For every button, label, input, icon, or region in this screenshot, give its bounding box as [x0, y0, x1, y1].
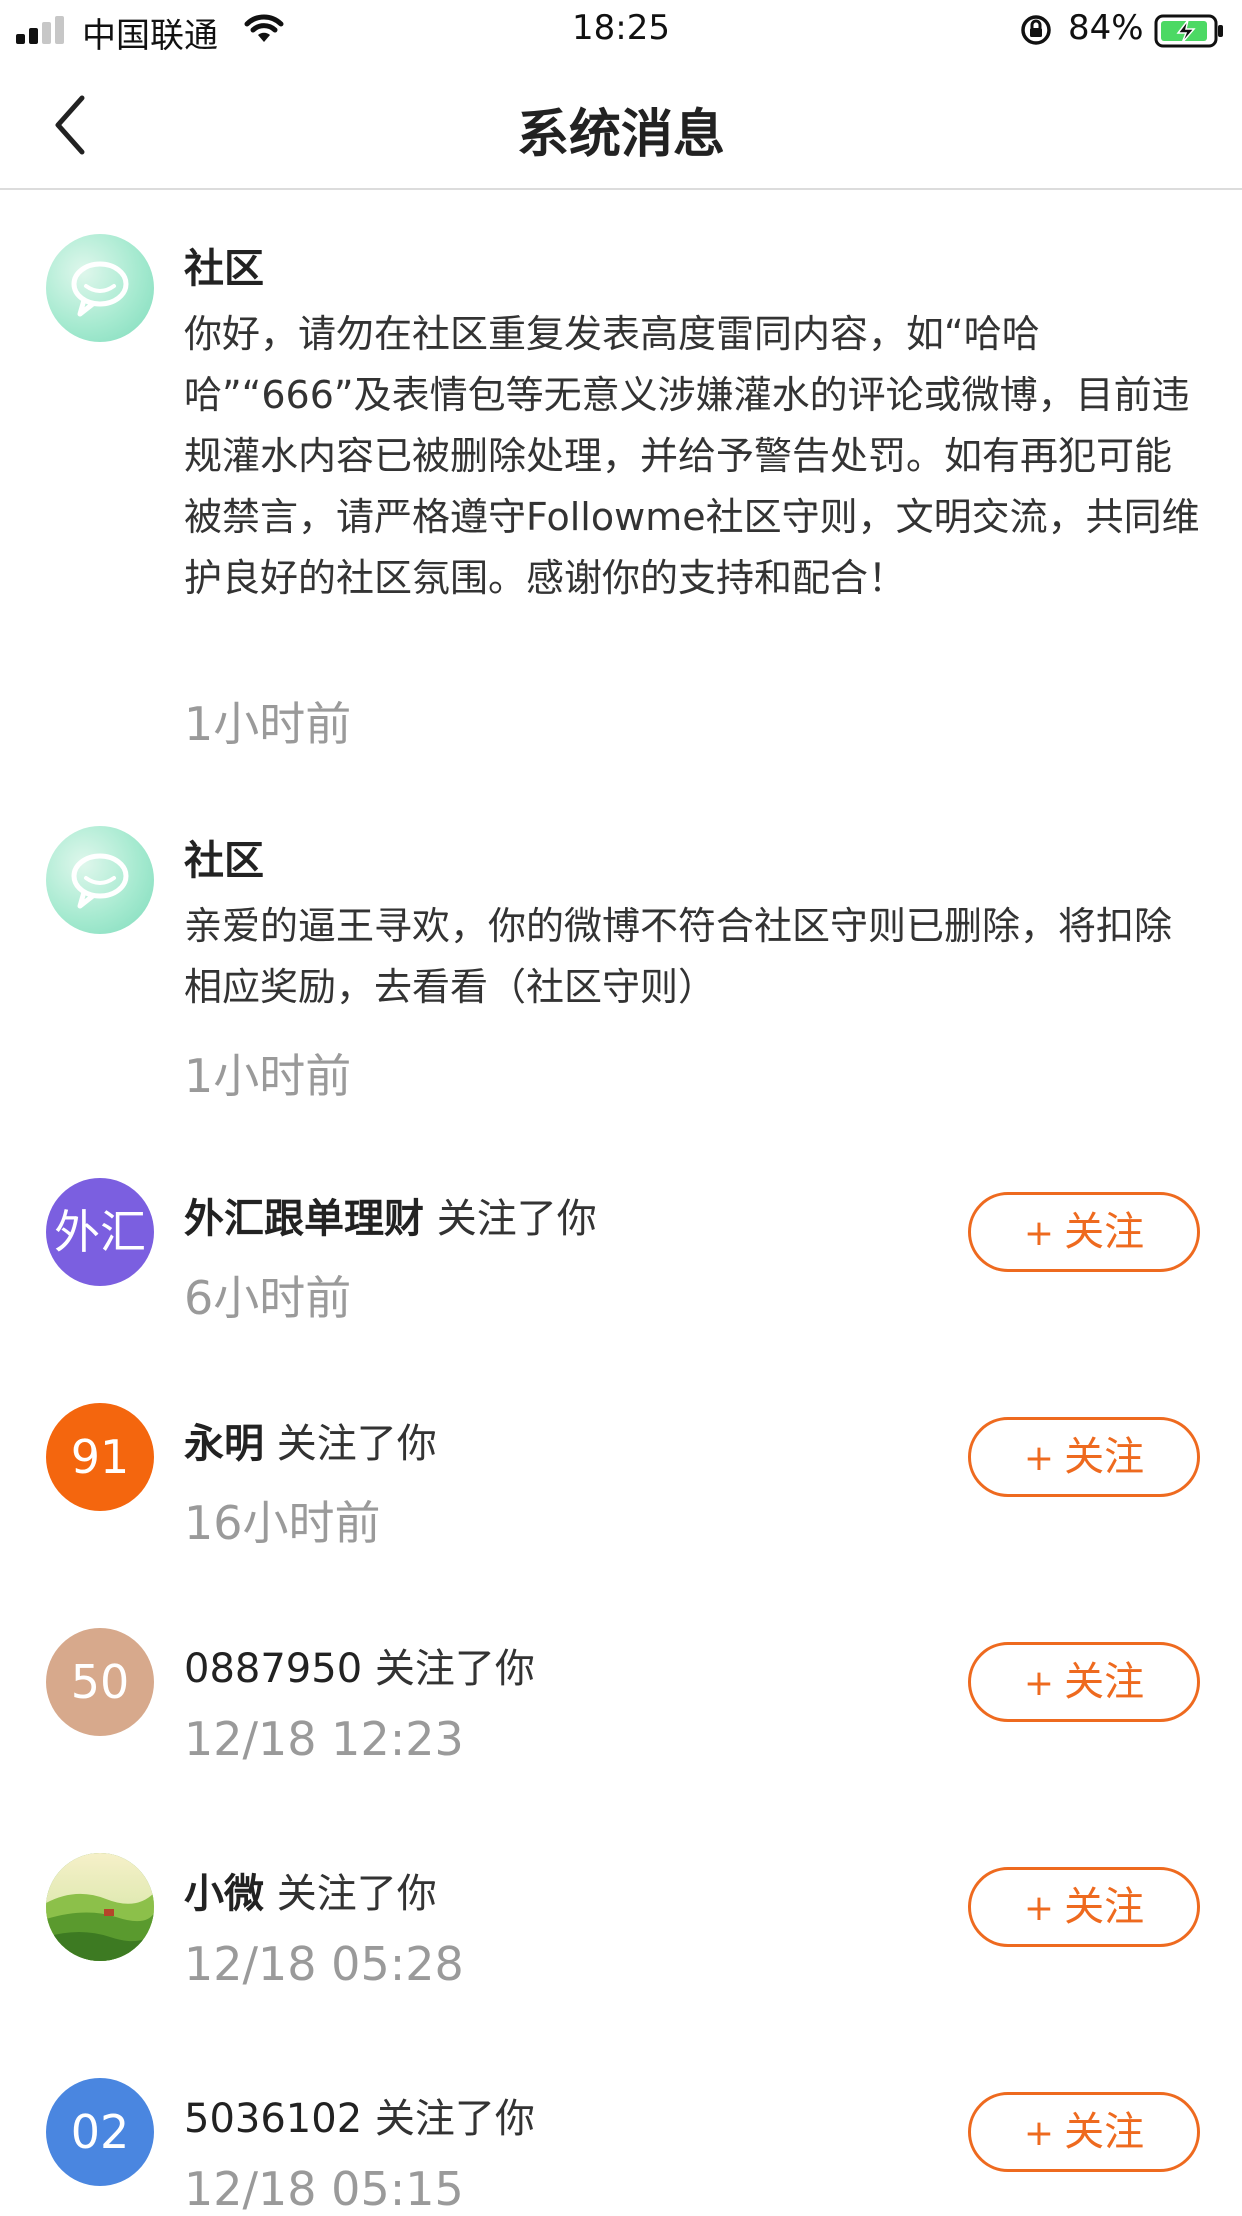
message-time: 1小时前 [184, 697, 352, 751]
follow-button-label: 关注 [1064, 1434, 1145, 1480]
plus-icon: + [1023, 2113, 1055, 2154]
avatar[interactable]: 02 [46, 2078, 154, 2186]
follow-button-label: 关注 [1064, 2109, 1145, 2155]
follow-time: 6小时前 [184, 1271, 352, 1325]
plus-icon: + [1023, 1438, 1055, 1479]
username[interactable]: 小微 [184, 1871, 264, 1917]
username[interactable]: 外汇跟单理财 [184, 1196, 424, 1242]
avatar[interactable]: 外汇 [46, 1178, 154, 1286]
follow-text: 0887950 关注了你 [184, 1636, 535, 1694]
follow-time: 12/18 05:28 [184, 1937, 464, 1991]
avatar[interactable] [46, 1853, 154, 1961]
follow-time: 12/18 12:23 [184, 1712, 464, 1766]
avatar[interactable]: 91 [46, 1403, 154, 1511]
follow-action: 关注了你 [276, 1421, 437, 1467]
follow-text: 小微 关注了你 [184, 1861, 437, 1919]
rotation-lock-icon [1018, 12, 1054, 52]
follow-button[interactable]: + 关注 [968, 1867, 1200, 1947]
message-title: 社区 [184, 246, 264, 292]
follow-text: 永明 关注了你 [184, 1411, 437, 1469]
chat-bubble-icon [71, 853, 129, 909]
username[interactable]: 0887950 [184, 1646, 362, 1692]
page-title: 系统消息 [516, 105, 725, 165]
follow-button-label: 关注 [1064, 1209, 1145, 1255]
follow-button[interactable]: + 关注 [968, 1417, 1200, 1497]
follow-action: 关注了你 [374, 2096, 535, 2142]
message-time: 1小时前 [184, 1049, 352, 1103]
nav-bar: 系统消息 [0, 60, 1242, 190]
username[interactable]: 永明 [184, 1421, 264, 1467]
message-title: 社区 [184, 838, 264, 884]
follow-button[interactable]: + 关注 [968, 1192, 1200, 1272]
follow-time: 16小时前 [184, 1496, 381, 1550]
follow-button[interactable]: + 关注 [968, 2092, 1200, 2172]
message-body: 你好，请勿在社区重复发表高度雷同内容，如“哈哈哈”“666”及表情包等无意义涉嫌… [184, 312, 1200, 600]
follow-action: 关注了你 [276, 1871, 437, 1917]
message-body: 亲爱的逼王寻欢，你的微博不符合社区守则已删除，将扣除相应奖励，去看看（社区守则） [184, 904, 1173, 1009]
follow-text: 5036102 关注了你 [184, 2086, 535, 2144]
username[interactable]: 5036102 [184, 2096, 362, 2142]
follow-action: 关注了你 [374, 1646, 535, 1692]
plus-icon: + [1023, 1213, 1055, 1254]
plus-icon: + [1023, 1663, 1055, 1704]
community-avatar [46, 826, 154, 934]
follow-text: 外汇跟单理财 关注了你 [184, 1186, 597, 1244]
battery-icon [1154, 14, 1226, 52]
chat-bubble-icon [71, 261, 129, 317]
battery-percent: 84% [1068, 8, 1144, 48]
follow-button[interactable]: + 关注 [968, 1642, 1200, 1722]
status-bar: 中国联通 18:25 84% [0, 0, 1242, 60]
follow-button-label: 关注 [1064, 1659, 1145, 1705]
landscape-photo-icon [46, 1853, 154, 1961]
avatar[interactable]: 50 [46, 1628, 154, 1736]
plus-icon: + [1023, 1888, 1055, 1929]
follow-button-label: 关注 [1064, 1884, 1145, 1930]
follow-action: 关注了你 [436, 1196, 597, 1242]
clock: 18:25 [572, 8, 670, 48]
community-avatar [46, 234, 154, 342]
